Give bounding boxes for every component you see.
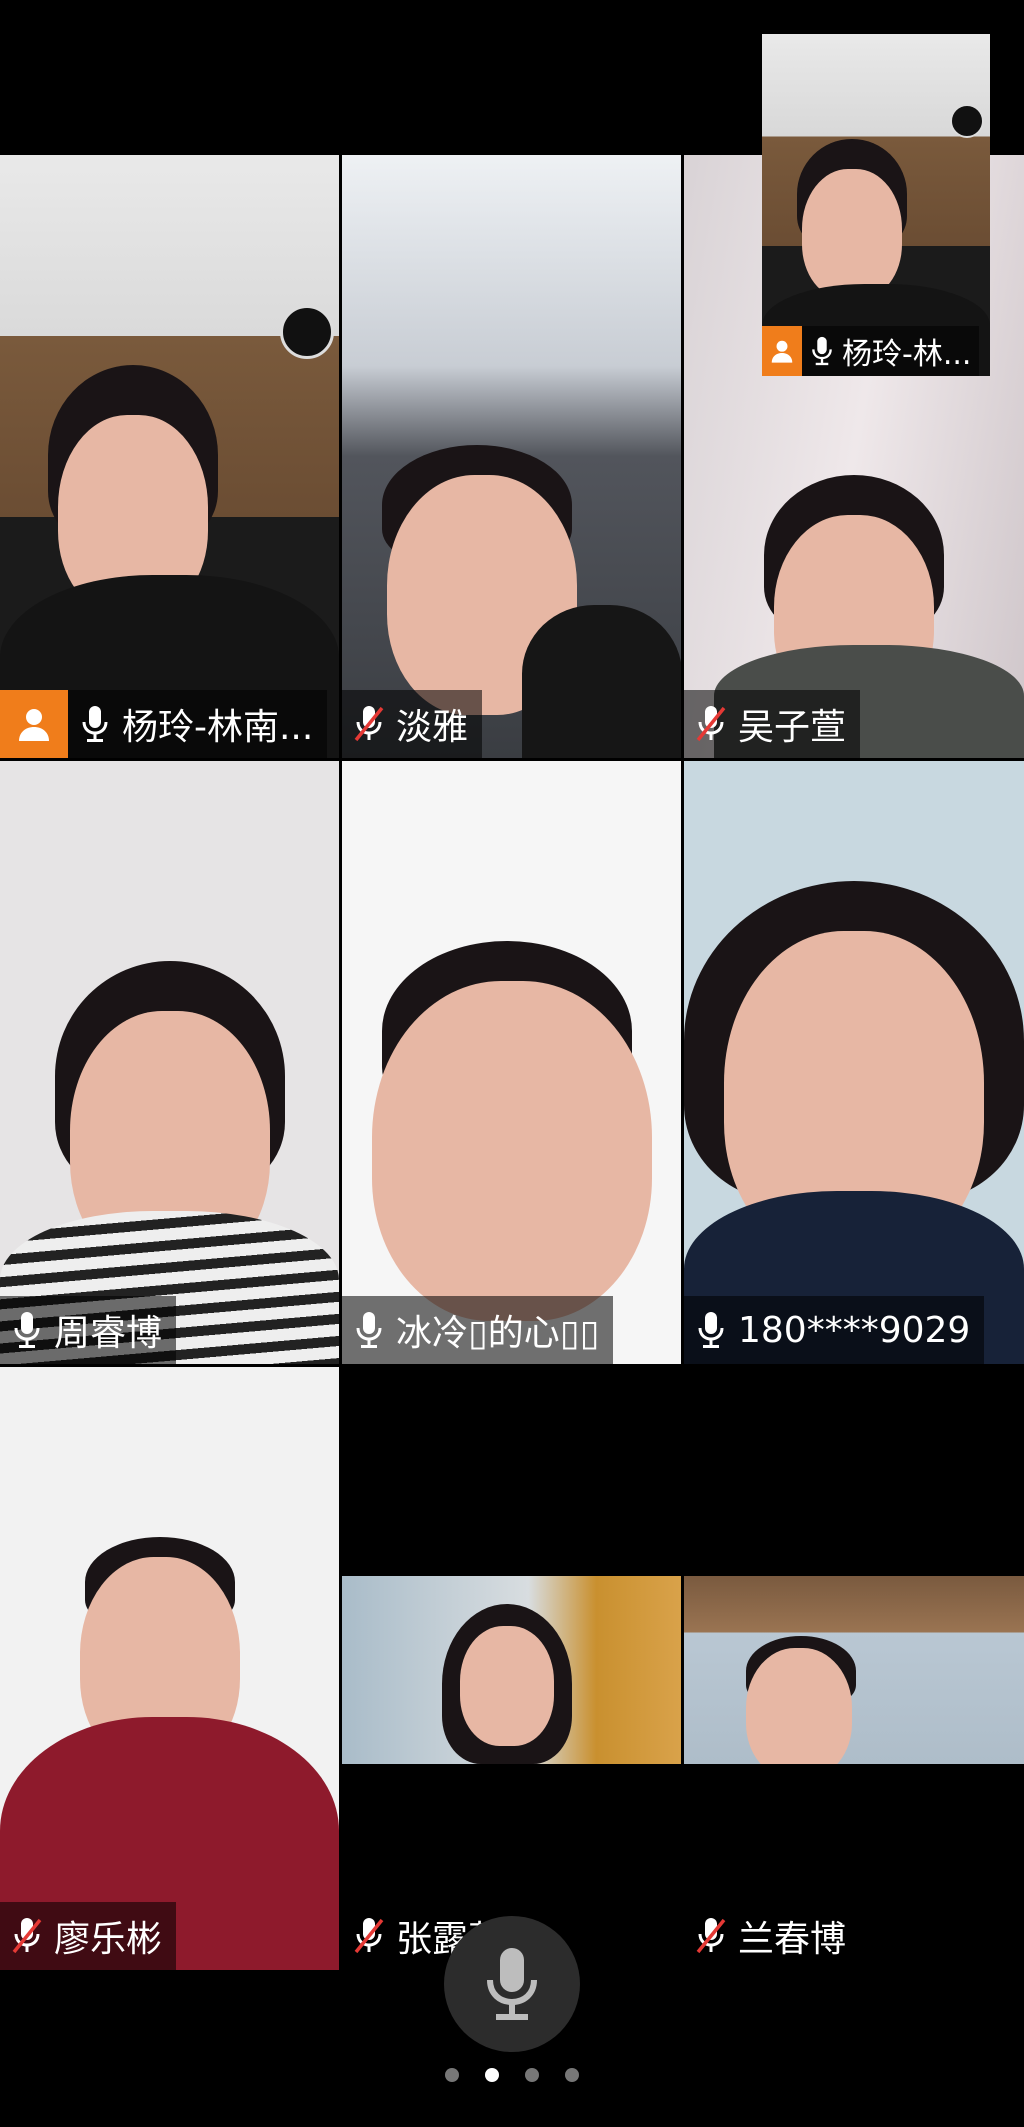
video-tile-5[interactable]: 冰冷▯的心▯▯ — [342, 761, 681, 1364]
video-feed — [762, 34, 990, 376]
video-feed — [0, 1367, 339, 1970]
video-tile-2[interactable]: 淡雅 — [342, 155, 681, 758]
microphone-icon — [684, 1296, 738, 1364]
page-indicator — [0, 2068, 1024, 2082]
video-feed — [684, 1367, 1024, 1970]
participant-label: 淡雅 — [342, 690, 483, 758]
participant-label: 吴子萱 — [684, 690, 861, 758]
video-tile-4[interactable]: 周睿博 — [0, 761, 339, 1364]
clock-decoration — [950, 104, 984, 138]
video-frame — [684, 1576, 1024, 1764]
video-frame — [342, 1576, 681, 1764]
participant-name: 180****9029 — [738, 1309, 971, 1351]
video-feed — [342, 1367, 681, 1970]
video-feed — [342, 761, 681, 1364]
microphone-muted-icon — [0, 1902, 54, 1970]
self-view-pip[interactable]: 杨玲-林... — [762, 34, 990, 376]
self-view-name: 杨玲-林... — [842, 337, 972, 372]
participant-name: 周睿博 — [54, 1313, 163, 1354]
microphone-toggle-button[interactable] — [444, 1916, 580, 2052]
participant-name: 冰冷▯的心▯▯ — [396, 1313, 600, 1354]
video-feed — [0, 155, 339, 758]
participant-label: 周睿博 — [0, 1296, 177, 1364]
microphone-icon — [0, 1296, 54, 1364]
page-dot[interactable] — [565, 2068, 579, 2082]
video-feed — [684, 761, 1024, 1364]
participant-name: 兰春博 — [738, 1919, 847, 1960]
video-tile-7[interactable]: 廖乐彬 — [0, 1367, 339, 1970]
participant-label: 兰春博 — [684, 1902, 860, 1970]
video-tile-1[interactable]: 杨玲-林南... — [0, 155, 339, 758]
participant-name: 廖乐彬 — [54, 1919, 163, 1960]
video-tile-9[interactable]: 兰春博 — [684, 1367, 1024, 1970]
participant-label: 冰冷▯的心▯▯ — [342, 1296, 614, 1364]
page-dot[interactable] — [525, 2068, 539, 2082]
video-tile-8[interactable]: 张露萱 — [342, 1367, 681, 1970]
microphone-muted-icon — [342, 1902, 396, 1970]
microphone-icon — [802, 326, 842, 376]
page-dot[interactable] — [445, 2068, 459, 2082]
microphone-muted-icon — [684, 690, 738, 758]
microphone-icon — [342, 1296, 396, 1364]
clock-decoration — [280, 305, 334, 359]
microphone-icon — [68, 690, 122, 758]
video-feed — [0, 761, 339, 1364]
microphone-icon — [487, 1948, 537, 2020]
self-view-label: 杨玲-林... — [762, 326, 980, 376]
participant-label: 廖乐彬 — [0, 1902, 177, 1970]
host-icon — [762, 326, 802, 376]
video-tile-6[interactable]: 180****9029 — [684, 761, 1024, 1364]
microphone-muted-icon — [684, 1902, 738, 1970]
participant-name: 杨玲-林南... — [122, 707, 314, 748]
page-dot-active[interactable] — [485, 2068, 499, 2082]
microphone-muted-icon — [342, 690, 396, 758]
participant-name: 淡雅 — [396, 707, 469, 748]
video-feed — [342, 155, 681, 758]
participant-name: 吴子萱 — [738, 707, 847, 748]
host-icon — [0, 690, 68, 758]
participant-label: 杨玲-林南... — [0, 690, 328, 758]
participant-label: 180****9029 — [684, 1296, 985, 1364]
